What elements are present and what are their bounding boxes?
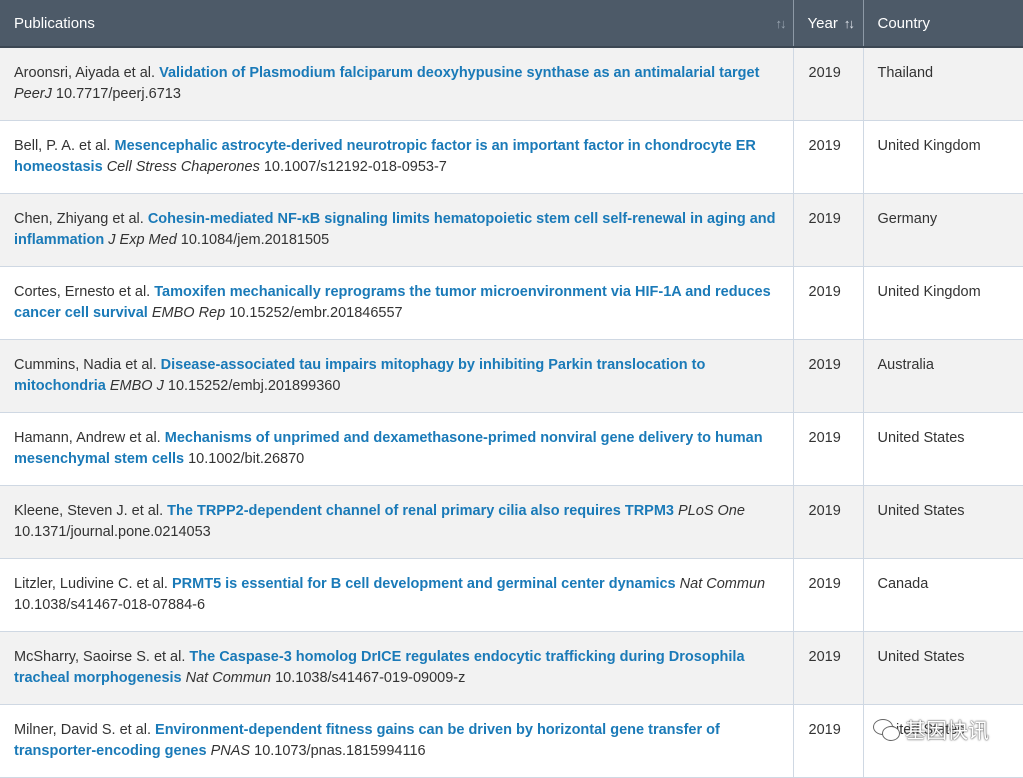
publication-cell: Bell, P. A. et al. Mesencephalic astrocy…	[0, 120, 794, 194]
publication-authors: McSharry, Saoirse S. et al.	[14, 648, 186, 665]
country-cell: Australia	[863, 339, 1023, 413]
publication-journal: Cell Stress Chaperones	[106, 158, 260, 175]
publication-cell: Hamann, Andrew et al. Mechanisms of unpr…	[0, 412, 794, 486]
table-header-row: Publications ↑↓ Year ↑↓ Country	[0, 0, 1023, 48]
publication-authors: Kleene, Steven J. et al.	[14, 502, 164, 519]
publication-doi: 10.1038/s41467-018-07884-6	[14, 596, 206, 613]
table-row: Bell, P. A. et al. Mesencephalic astrocy…	[0, 120, 1023, 194]
publication-doi: 10.1007/s12192-018-0953-7	[263, 158, 447, 175]
publication-authors: Aroonsri, Aiyada et al.	[14, 65, 156, 81]
table-row: Milner, David S. et al. Environment-depe…	[0, 704, 1023, 778]
publication-cell: Milner, David S. et al. Environment-depe…	[0, 704, 794, 778]
country-cell: Canada	[863, 558, 1023, 632]
column-header-label: Country	[877, 14, 931, 32]
publication-authors: Milner, David S. et al.	[14, 721, 151, 738]
country-cell: United States	[863, 631, 1023, 705]
publication-cell: Aroonsri, Aiyada et al. Validation of Pl…	[0, 47, 794, 121]
publication-doi: 10.15252/embr.201846557	[229, 304, 403, 321]
publication-journal: J Exp Med	[108, 231, 177, 248]
publication-journal: EMBO Rep	[151, 304, 226, 321]
publication-journal: EMBO J	[109, 377, 164, 394]
publication-cell: Cortes, Ernesto et al. Tamoxifen mechani…	[0, 266, 794, 340]
column-header-label: Publications	[14, 14, 95, 32]
watermark: 基因快讯	[873, 715, 989, 745]
publication-journal: PLoS One	[678, 502, 745, 519]
table-row: Kleene, Steven J. et al. The TRPP2-depen…	[0, 485, 1023, 559]
publication-journal: Nat Commun	[185, 669, 272, 686]
publication-doi: 10.1371/journal.pone.0214053	[14, 523, 211, 540]
table-row: Aroonsri, Aiyada et al. Validation of Pl…	[0, 47, 1023, 121]
table-row: Hamann, Andrew et al. Mechanisms of unpr…	[0, 412, 1023, 486]
publication-journal: PeerJ	[14, 86, 52, 102]
publication-doi: 10.7717/peerj.6713	[55, 86, 181, 102]
publication-title-link[interactable]: PRMT5 is essential for B cell developmen…	[172, 576, 676, 592]
publication-doi: 10.1073/pnas.1815994116	[254, 742, 426, 759]
wechat-icon	[873, 719, 900, 741]
publication-doi: 10.1002/bit.26870	[188, 450, 305, 467]
year-cell: 2019	[793, 193, 864, 267]
publication-authors: Hamann, Andrew et al.	[14, 429, 161, 446]
country-cell: United Kingdom	[863, 266, 1023, 340]
year-cell: 2019	[793, 412, 864, 486]
publication-journal: Nat Commun	[679, 575, 766, 592]
publication-cell: Chen, Zhiyang et al. Cohesin-mediated NF…	[0, 193, 794, 267]
year-cell: 2019	[793, 120, 864, 194]
country-cell: United States	[863, 412, 1023, 486]
publication-authors: Bell, P. A. et al.	[14, 137, 111, 154]
country-cell: United Kingdom	[863, 120, 1023, 194]
year-cell: 2019	[793, 558, 864, 632]
publication-authors: Cortes, Ernesto et al.	[14, 283, 151, 300]
year-cell: 2019	[793, 704, 864, 778]
publications-table: Publications ↑↓ Year ↑↓ Country Aroonsri,…	[0, 0, 1023, 778]
publication-title-link[interactable]: Validation of Plasmodium falciparum deox…	[159, 65, 759, 81]
table-row: Chen, Zhiyang et al. Cohesin-mediated NF…	[0, 193, 1023, 267]
table-row: Litzler, Ludivine C. et al. PRMT5 is ess…	[0, 558, 1023, 632]
publication-cell: McSharry, Saoirse S. et al. The Caspase-…	[0, 631, 794, 705]
publication-authors: Chen, Zhiyang et al.	[14, 210, 144, 227]
year-cell: 2019	[793, 485, 864, 559]
publication-cell: Cummins, Nadia et al. Disease-associated…	[0, 339, 794, 413]
publication-cell: Kleene, Steven J. et al. The TRPP2-depen…	[0, 485, 794, 559]
publication-doi: 10.1038/s41467-019-09009-z	[275, 669, 466, 686]
country-cell: Thailand	[863, 47, 1023, 121]
column-header-country[interactable]: Country	[863, 0, 1023, 48]
publication-doi: 10.1084/jem.20181505	[180, 231, 330, 248]
column-header-label: Year	[807, 14, 838, 32]
column-header-year[interactable]: Year ↑↓	[793, 0, 864, 48]
publication-authors: Litzler, Ludivine C. et al.	[14, 575, 168, 592]
year-cell: 2019	[793, 47, 864, 121]
publication-journal: PNAS	[210, 742, 251, 759]
year-cell: 2019	[793, 266, 864, 340]
year-cell: 2019	[793, 339, 864, 413]
country-cell: United States	[863, 485, 1023, 559]
publication-cell: Litzler, Ludivine C. et al. PRMT5 is ess…	[0, 558, 794, 632]
sort-icon[interactable]: ↑↓	[844, 16, 855, 31]
publication-title-link[interactable]: The TRPP2-dependent channel of renal pri…	[167, 503, 674, 519]
table-row: McSharry, Saoirse S. et al. The Caspase-…	[0, 631, 1023, 705]
table-row: Cortes, Ernesto et al. Tamoxifen mechani…	[0, 266, 1023, 340]
table-row: Cummins, Nadia et al. Disease-associated…	[0, 339, 1023, 413]
publication-authors: Cummins, Nadia et al.	[14, 356, 157, 373]
year-cell: 2019	[793, 631, 864, 705]
publication-doi: 10.15252/embj.201899360	[167, 377, 341, 394]
country-cell: Germany	[863, 193, 1023, 267]
column-header-publications[interactable]: Publications ↑↓	[0, 0, 794, 48]
sort-icon[interactable]: ↑↓	[776, 16, 787, 31]
watermark-text: 基因快讯	[905, 720, 989, 743]
